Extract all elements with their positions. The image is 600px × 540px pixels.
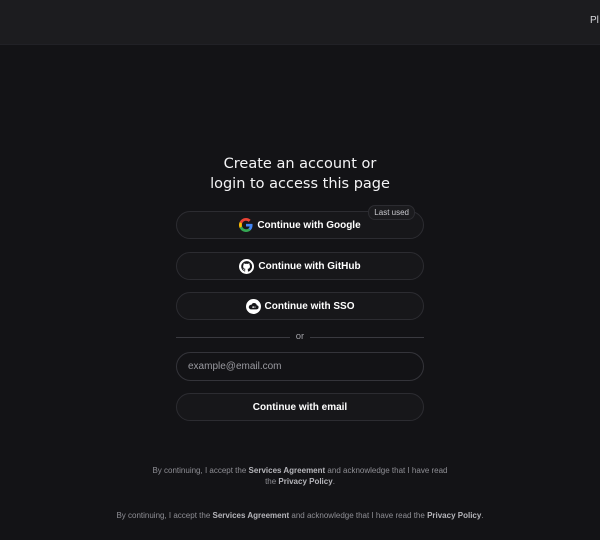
- or-divider: or: [176, 330, 424, 344]
- page-title-line-2: login to access this page: [210, 176, 390, 192]
- continue-with-email-button[interactable]: Continue with email: [176, 393, 424, 421]
- continue-with-github-button[interactable]: Continue with GitHub: [176, 252, 424, 280]
- services-agreement-link[interactable]: Services Agreement: [249, 466, 326, 475]
- google-button-label: Continue with Google: [257, 219, 361, 231]
- footer-legal-middle: and acknowledge that I have read the: [291, 511, 425, 520]
- legal-notice-footer: By continuing, I accept the Services Agr…: [0, 510, 600, 521]
- topbar-link[interactable]: Pl: [590, 15, 599, 26]
- github-button-label: Continue with GitHub: [258, 260, 361, 272]
- divider-line-right: [310, 337, 424, 338]
- footer-services-agreement-link[interactable]: Services Agreement: [213, 511, 290, 520]
- footer-legal-prefix: By continuing, I accept the: [116, 511, 211, 520]
- privacy-policy-link[interactable]: Privacy Policy: [278, 477, 332, 486]
- google-logo-icon: [239, 218, 253, 232]
- footer-legal-suffix: .: [481, 511, 484, 520]
- legal-notice-card: By continuing, I accept the Services Agr…: [0, 465, 600, 487]
- page-title: Create an account or login to access thi…: [0, 154, 600, 194]
- email-button-label: Continue with email: [252, 401, 348, 413]
- legal-prefix: By continuing, I accept the: [152, 466, 247, 475]
- last-used-badge: Last used: [368, 205, 415, 220]
- cloud-key-icon: [245, 298, 261, 314]
- page-title-line-1: Create an account or: [223, 156, 377, 172]
- footer-privacy-policy-link[interactable]: Privacy Policy: [427, 511, 481, 520]
- email-input[interactable]: [176, 352, 424, 381]
- continue-with-google-button[interactable]: Continue with Google Last used: [176, 205, 424, 239]
- legal-suffix: .: [332, 477, 335, 486]
- github-logo-icon: [239, 258, 255, 274]
- sso-button-label: Continue with SSO: [264, 300, 355, 312]
- continue-with-sso-button[interactable]: Continue with SSO: [176, 292, 424, 320]
- top-bar: Pl: [0, 0, 600, 45]
